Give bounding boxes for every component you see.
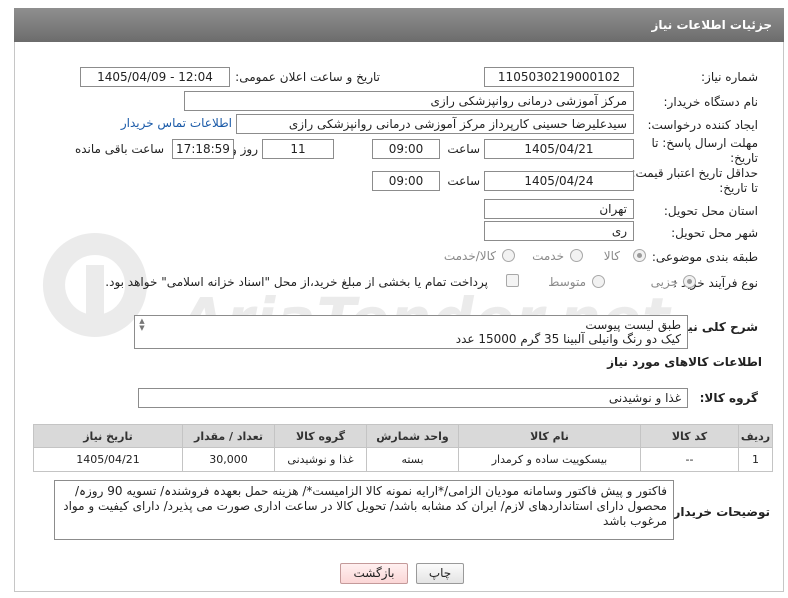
table-header-row: ردیف کد کالا نام کالا واحد شمارش گروه کا…: [33, 424, 773, 448]
remaining-time-value: 17:18:59: [172, 139, 234, 159]
cell-group: غذا و نوشیدنی: [274, 447, 367, 472]
back-button[interactable]: بازگشت: [340, 563, 408, 584]
treasury-payment-note: پرداخت تمام یا بخشی از مبلغ خرید،از محل …: [105, 275, 488, 289]
col-row-header: ردیف: [738, 424, 773, 448]
description-textarea[interactable]: ▲ ▼ طبق لیست پیوست کیک دو رنگ وانیلی آلبی…: [134, 315, 688, 349]
process-medium-radio[interactable]: [592, 275, 605, 288]
days-label: روز و: [231, 142, 258, 156]
deadline-label: مهلت ارسال پاسخ: تا تاریخ:: [651, 136, 758, 165]
description-line: طبق لیست پیوست: [585, 318, 681, 332]
buyer-org-value: مرکز آموزشی درمانی روانپزشکی رازی: [184, 91, 634, 111]
validity-time-value: 09:00: [372, 171, 440, 191]
validity-time-label: ساعت: [447, 174, 480, 188]
deadline-time-label: ساعت: [447, 142, 480, 156]
remaining-time-label: ساعت باقی مانده: [74, 142, 164, 156]
buyer-contact-link[interactable]: اطلاعات تماس خریدار: [121, 116, 232, 130]
remaining-days-value: 11: [262, 139, 334, 159]
description-line: کیک دو رنگ وانیلی آلبینا 35 گرم 15000 عد…: [455, 332, 681, 346]
deadline-time-value: 09:00: [372, 139, 440, 159]
goods-section-title: اطلاعات کالاهای مورد نیاز: [607, 355, 762, 369]
col-qty-header: تعداد / مقدار: [182, 424, 275, 448]
validity-date-value: 1405/04/24: [484, 171, 634, 191]
goods-group-value: غذا و نوشیدنی: [138, 388, 688, 408]
buyer-notes-label: توضیحات خریدار:: [668, 505, 770, 519]
page-title: جزئیات اطلاعات نیاز: [14, 8, 784, 42]
announce-date-label: تاریخ و ساعت اعلان عمومی:: [235, 70, 380, 84]
goods-group-label: گروه کالا:: [699, 391, 758, 405]
buyer-org-label: نام دستگاه خریدار:: [663, 95, 759, 109]
category-goods-service-option: کالا/خدمت: [443, 249, 496, 263]
category-label: طبقه بندی موضوعی:: [651, 250, 758, 264]
print-button[interactable]: چاپ: [416, 563, 464, 584]
goods-table: ردیف کد کالا نام کالا واحد شمارش گروه کا…: [33, 424, 773, 472]
cell-qty: 30,000: [182, 447, 275, 472]
col-group-header: گروه کالا: [274, 424, 367, 448]
deadline-date-value: 1405/04/21: [484, 139, 634, 159]
col-name-header: نام کالا: [458, 424, 641, 448]
announce-date-value: 1405/04/09 - 12:04: [80, 67, 230, 87]
cell-row: 1: [738, 447, 773, 472]
table-row: 1 -- بیسکوییت ساده و کرمدار بسته غذا و ن…: [33, 447, 773, 472]
category-service-radio[interactable]: [570, 249, 583, 262]
cell-unit: بسته: [366, 447, 459, 472]
process-medium-option: متوسط: [548, 275, 586, 289]
need-number-label: شماره نیاز:: [701, 70, 758, 84]
cell-name: بیسکوییت ساده و کرمدار: [458, 447, 641, 472]
province-value: تهران: [484, 199, 634, 219]
col-unit-header: واحد شمارش: [366, 424, 459, 448]
city-label: شهر محل تحویل:: [671, 226, 758, 240]
creator-value: سیدعلیرضا حسینی کارپرداز مرکز آموزشی درم…: [236, 114, 634, 134]
category-goods-service-radio[interactable]: [502, 249, 515, 262]
cell-code: --: [640, 447, 739, 472]
col-code-header: کد کالا: [640, 424, 739, 448]
category-goods-option: کالا: [603, 249, 620, 263]
process-partial-option: جزیی: [650, 275, 678, 289]
treasury-payment-checkbox[interactable]: [506, 274, 519, 287]
province-label: استان محل تحویل:: [663, 204, 758, 218]
creator-label: ایجاد کننده درخواست:: [647, 118, 758, 132]
cell-date: 1405/04/21: [33, 447, 183, 472]
col-date-header: تاریخ نیاز: [33, 424, 183, 448]
scroll-arrows-icon[interactable]: ▲ ▼: [137, 318, 147, 332]
need-number-value: 1105030219000102: [484, 67, 634, 87]
city-value: ری: [484, 221, 634, 241]
process-partial-radio[interactable]: [683, 275, 696, 288]
category-goods-radio[interactable]: [633, 249, 646, 262]
validity-label: حداقل تاریخ اعتبار قیمت: تا تاریخ:: [631, 166, 758, 195]
buyer-notes-textarea[interactable]: فاکتور و پیش فاکتور وسامانه مودیان الزام…: [54, 480, 674, 540]
category-service-option: خدمت: [532, 249, 564, 263]
